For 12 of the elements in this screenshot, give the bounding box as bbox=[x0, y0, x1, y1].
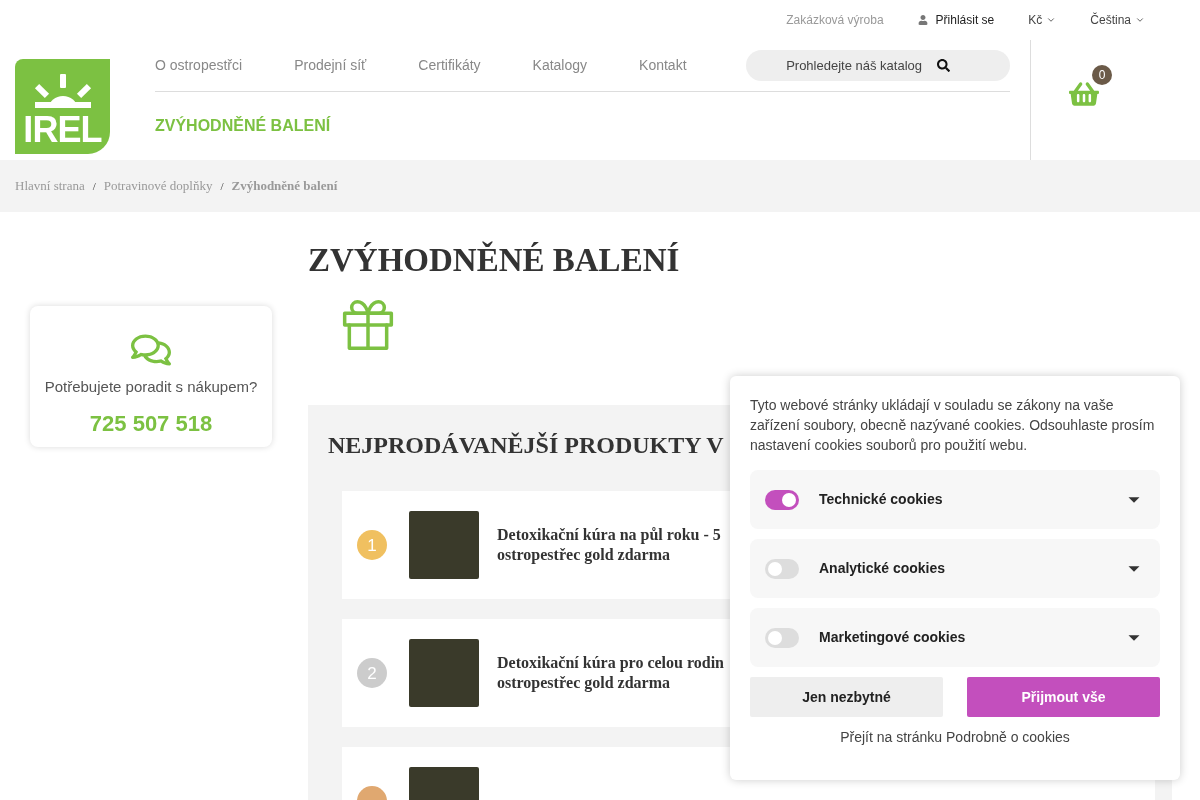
breadcrumb-separator: / bbox=[92, 178, 96, 194]
page-title: ZVÝHODNĚNÉ BALENÍ bbox=[308, 240, 681, 280]
logo-text: IREL bbox=[23, 112, 102, 148]
category-label: Analytické cookies bbox=[819, 559, 946, 578]
category-label: Marketingové cookies bbox=[819, 628, 966, 647]
section-title: NEJPRODÁVANĚJŠÍ PRODUKTY V bbox=[328, 431, 724, 461]
help-text: Potřebujete poradit s nákupem? bbox=[44, 377, 258, 397]
category-label: Technické cookies bbox=[819, 490, 943, 509]
cookie-text: Tyto webové stránky ukládají v souladu se zákony na vaše zařízení soubory, obecně nazývané cookies. Odsouhlaste prosím nastavení cookies souborů pro použití webu. bbox=[750, 396, 1156, 455]
breadcrumb-separator: / bbox=[220, 178, 224, 194]
cart-count-badge: 0 bbox=[1092, 65, 1112, 85]
rank-badge: 1 bbox=[357, 530, 387, 561]
